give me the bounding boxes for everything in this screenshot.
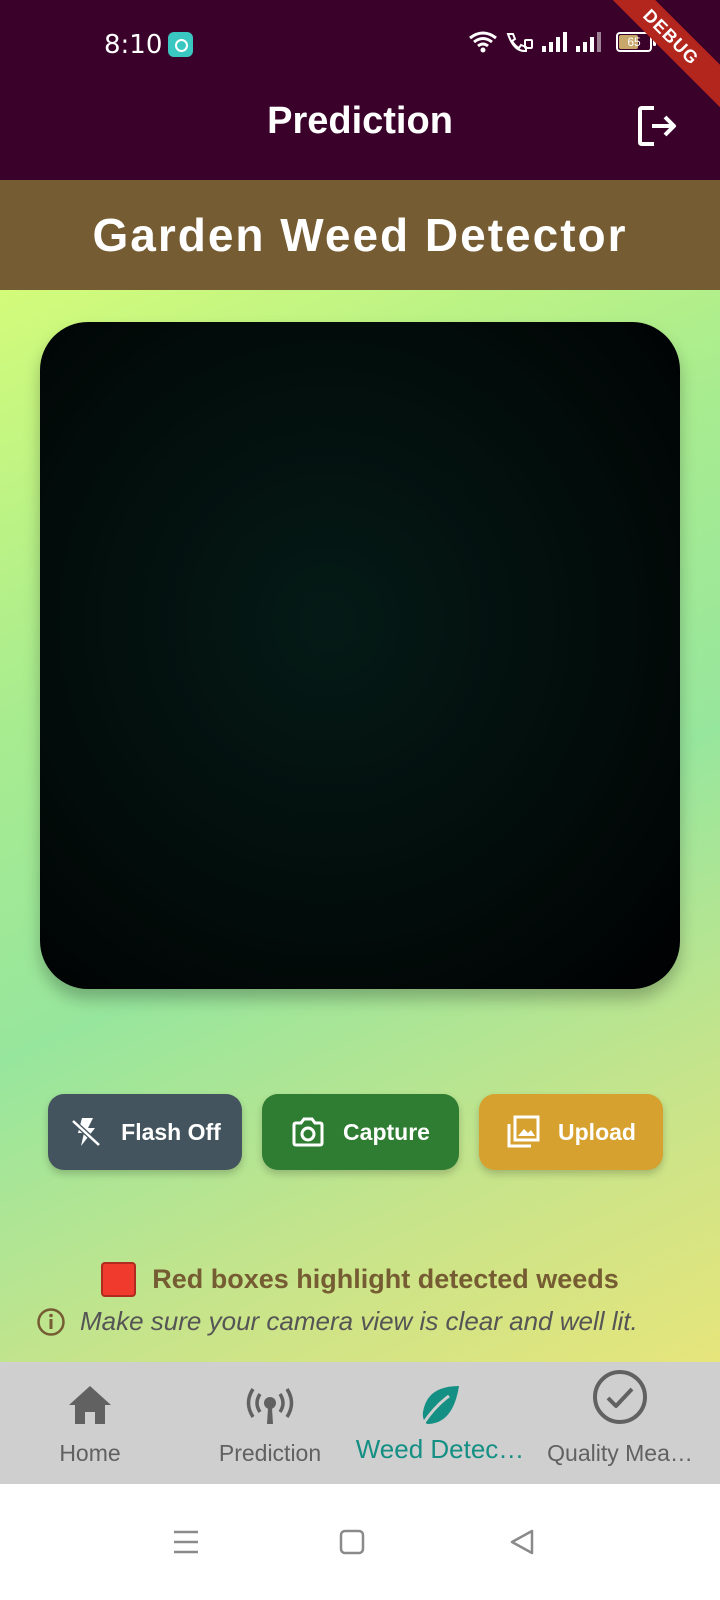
leaf-icon [421,1386,459,1425]
status-icons: 65 [468,30,656,54]
page-title: Prediction [267,100,453,142]
nav-label-prediction: Prediction [218,1440,322,1466]
nav-item-home[interactable]: Home [30,1362,150,1484]
legend-text: Red boxes highlight detected weeds [152,1264,619,1294]
capture-button[interactable]: Capture [262,1094,459,1170]
bottom-navigation: Home Prediction Weed Detec… Quality Mea… [0,1362,720,1484]
tip-text: Make sure your camera view is clear and … [80,1306,638,1336]
check-circle-icon [593,1370,647,1424]
nav-item-weed-detector[interactable]: Weed Detec… [352,1362,528,1484]
home-icon [69,1386,111,1424]
status-time: 8:10 [104,30,163,60]
wifi-call-icon [506,33,533,53]
red-box-swatch [101,1262,137,1297]
camera-preview[interactable] [40,322,680,989]
nav-label-weed-detector: Weed Detec… [355,1434,525,1464]
logout-icon [638,106,676,146]
battery-level: 65 [627,35,641,49]
signal-icon-1 [542,32,567,52]
camera-tip: Make sure your camera view is clear and … [36,1306,720,1337]
wifi-icon [469,31,497,53]
back-triangle-icon [510,1529,534,1555]
info-icon [37,1307,65,1336]
logout-button[interactable] [634,102,682,150]
nav-item-prediction[interactable]: Prediction [200,1362,340,1484]
camera-icon [292,1117,324,1147]
app-bar: 8:10 65 DEBUG Prediction [0,0,720,180]
upload-button[interactable]: Upload [479,1094,663,1170]
battery-icon: 65 [616,32,656,52]
flash-off-icon [71,1118,101,1147]
broadcast-icon [246,1388,294,1424]
system-navigation-bar [0,1484,720,1600]
app-heading: Garden Weed Detector [92,209,628,261]
square-icon [339,1529,365,1555]
main-content: Flash Off Capture Upload Red boxes highl… [0,290,720,1362]
status-bar: 8:10 65 [0,0,720,90]
nav-label-quality-measure: Quality Mea… [547,1440,693,1466]
action-buttons: Flash Off Capture Upload [0,1094,720,1170]
signal-icon-2 [576,32,601,52]
home-system-button[interactable] [332,1522,372,1562]
detection-legend: Red boxes highlight detected weeds [0,1262,720,1297]
app-notification-icon [168,32,193,57]
nav-item-quality-measure[interactable]: Quality Mea… [540,1362,700,1484]
menu-icon [174,1530,198,1554]
capture-label: Capture [343,1118,430,1145]
gallery-icon [507,1115,540,1148]
back-system-button[interactable] [502,1522,542,1562]
upload-label: Upload [558,1118,636,1145]
recent-apps-button[interactable] [166,1522,206,1562]
flash-label: Flash Off [121,1118,221,1145]
header-banner: Garden Weed Detector [0,180,720,290]
nav-label-home: Home [59,1440,121,1466]
flash-toggle-button[interactable]: Flash Off [48,1094,242,1170]
